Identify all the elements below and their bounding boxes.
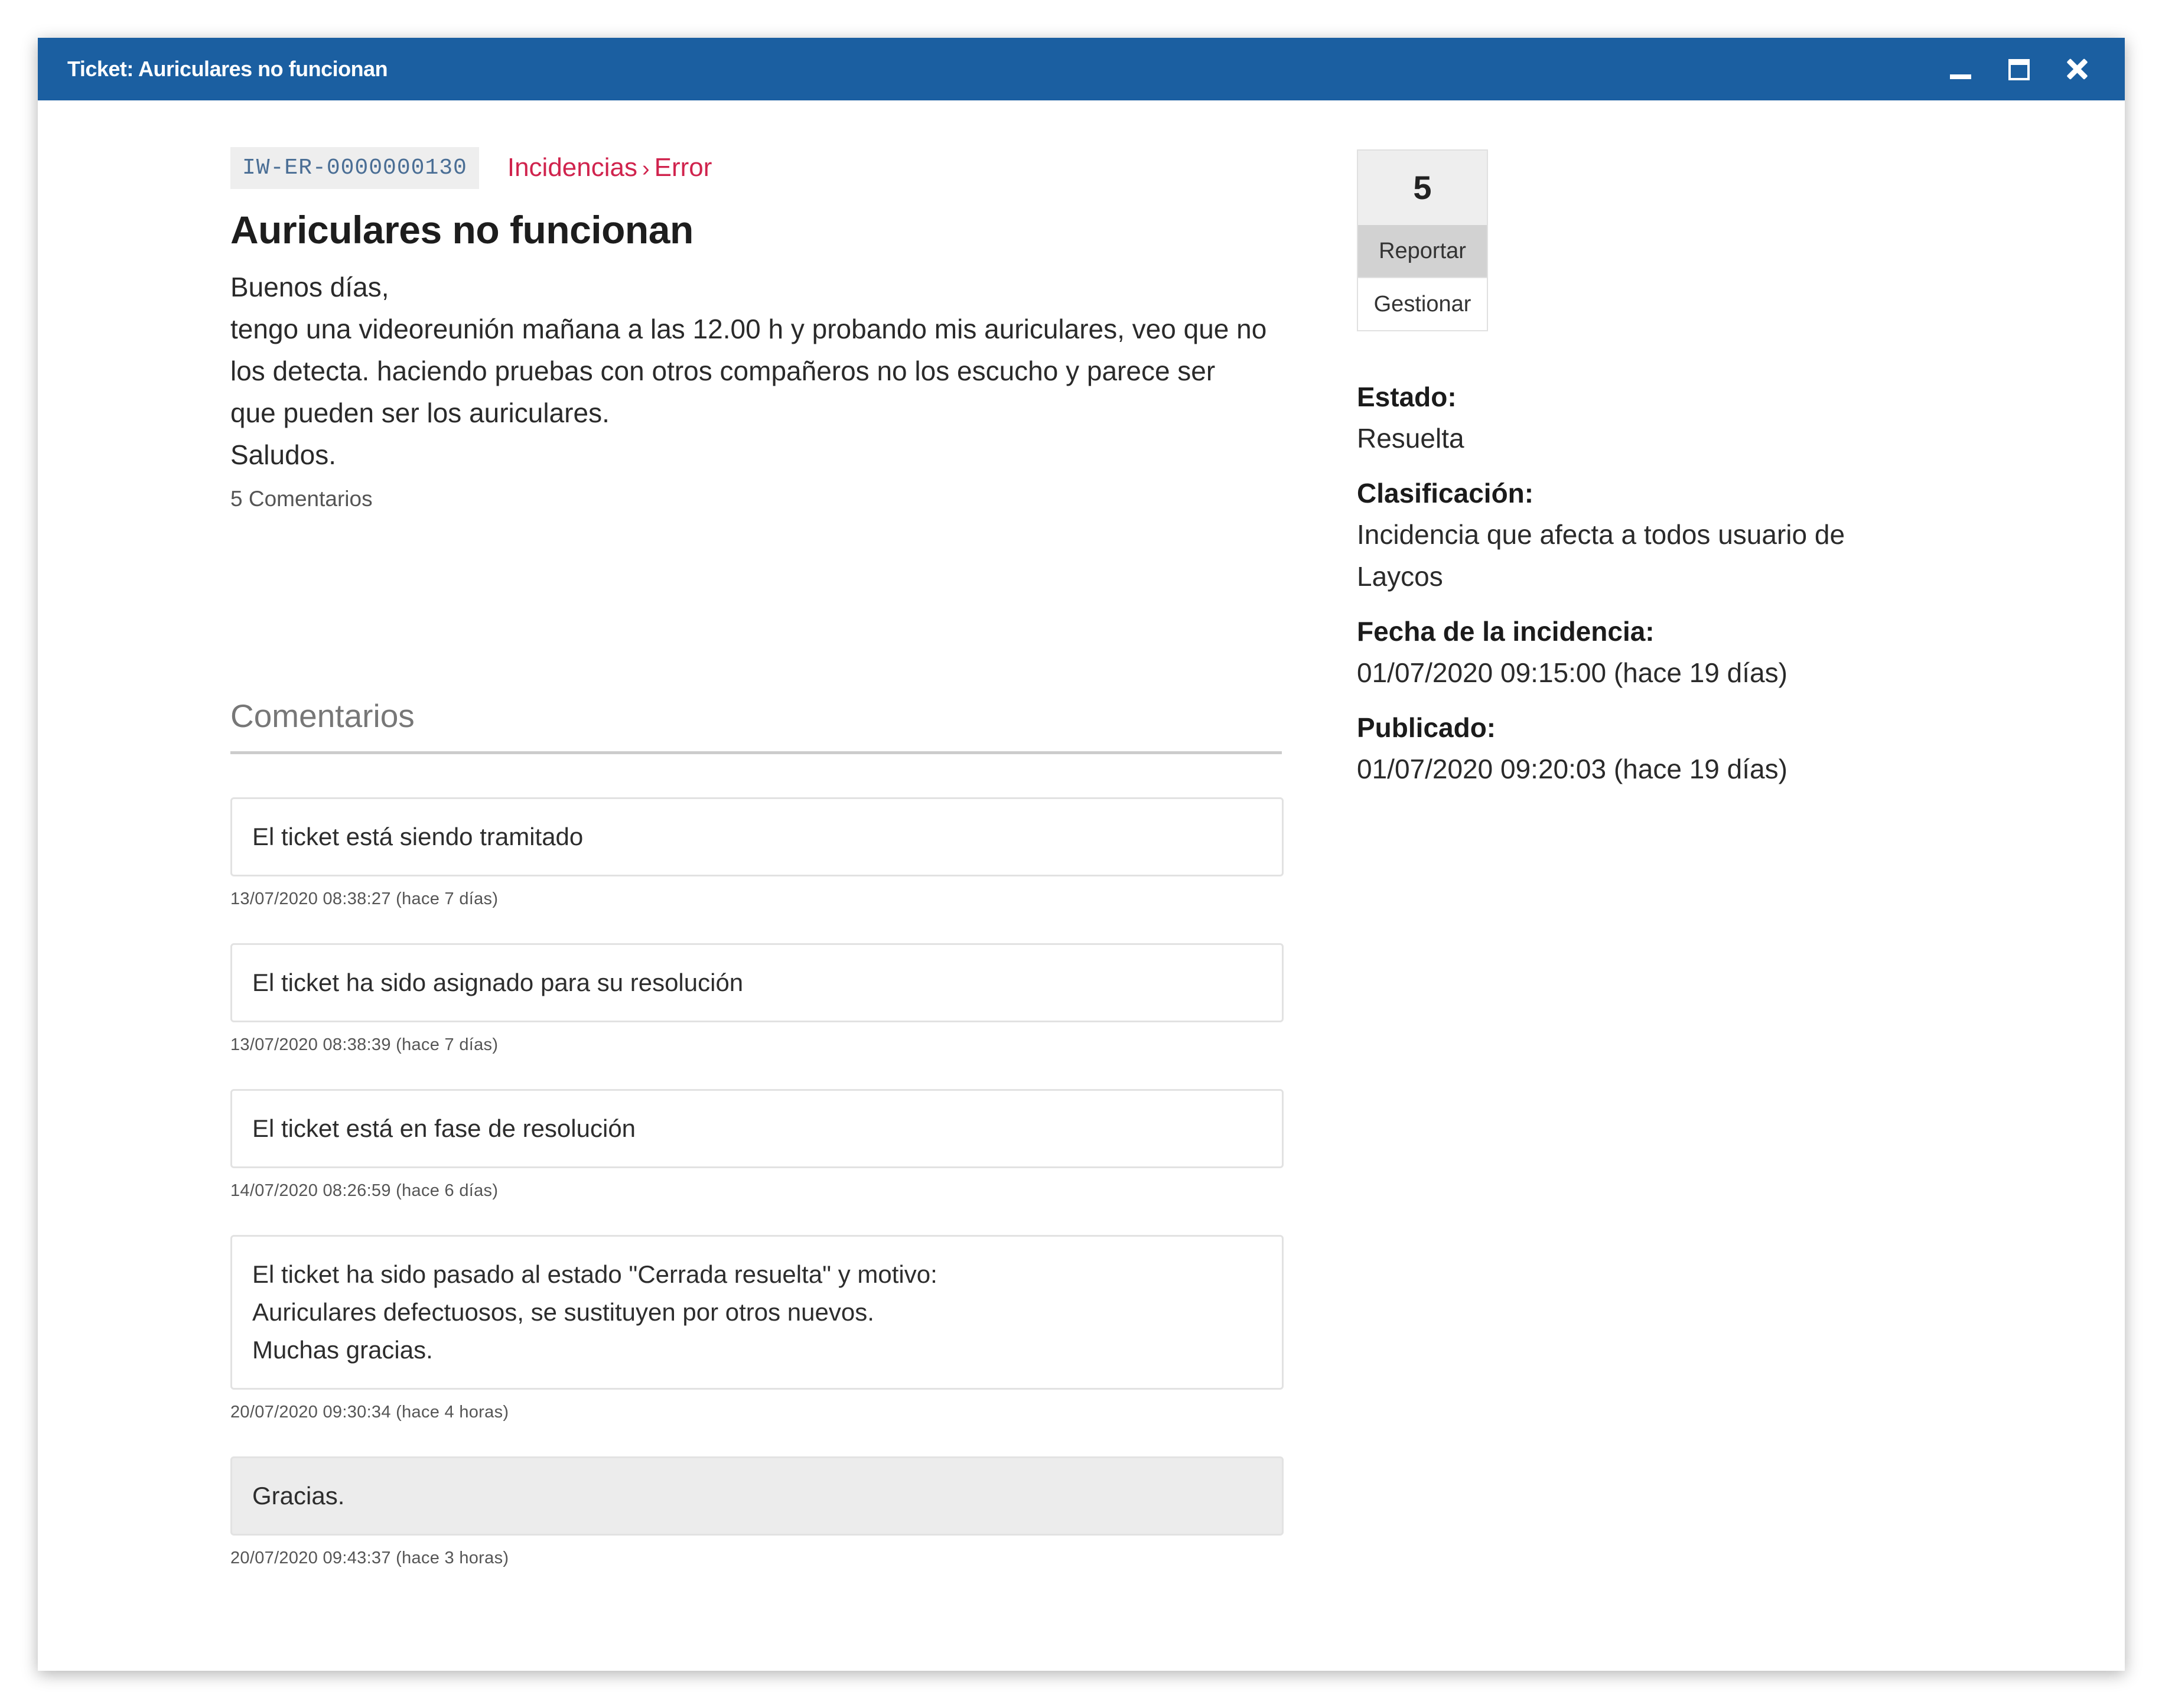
- close-icon[interactable]: [2058, 51, 2095, 87]
- vote-count: 5: [1358, 151, 1487, 225]
- window-title: Ticket: Auriculares no funcionan: [67, 57, 388, 81]
- comments-heading: Comentarios: [230, 697, 1282, 754]
- breadcrumb-item-error[interactable]: Error: [655, 153, 712, 182]
- comment-text: Auriculares defectuosos, se sustituyen p…: [252, 1298, 874, 1326]
- breadcrumb-separator: ›: [642, 157, 650, 181]
- comment-item: El ticket está en fase de resolución 14/…: [230, 1089, 1284, 1201]
- comment-text: El ticket ha sido asignado para su resol…: [252, 969, 744, 996]
- description-line: los detecta. haciendo pruebas con otros …: [230, 356, 1216, 386]
- comment-item: El ticket ha sido asignado para su resol…: [230, 943, 1284, 1055]
- minimize-icon[interactable]: [1942, 51, 1978, 87]
- classification-value: Incidencia que afecta a todos usuario de…: [1357, 514, 1900, 598]
- comment-text: El ticket está en fase de resolución: [252, 1114, 636, 1142]
- comment-item: El ticket ha sido pasado al estado "Cerr…: [230, 1235, 1284, 1422]
- comment-body: El ticket ha sido asignado para su resol…: [230, 943, 1284, 1022]
- classification-value-line: Incidencia que afecta a todos usuario de: [1357, 519, 1845, 550]
- maximize-icon[interactable]: [2000, 51, 2037, 87]
- incident-date-value-line: 01/07/2020 09:15:00 (hace 19 días): [1357, 657, 1787, 688]
- published-value-line: 01/07/2020 09:20:03 (hace 19 días): [1357, 754, 1787, 784]
- description-line: Saludos.: [230, 439, 337, 470]
- ticket-title: Auriculares no funcionan: [230, 208, 693, 252]
- breadcrumb-item-incidencias[interactable]: Incidencias: [507, 153, 637, 182]
- comment-body: El ticket está siendo tramitado: [230, 797, 1284, 876]
- description-line: Buenos días,: [230, 272, 389, 302]
- comment-date: 20/07/2020 09:30:34 (hace 4 horas): [230, 1403, 509, 1422]
- ticket-topline: IW-ER-0000000130 Incidencias › Error: [230, 145, 1285, 191]
- report-button[interactable]: Reportar: [1358, 225, 1487, 277]
- ticket-main: IW-ER-0000000130 Incidencias › Error Auric…: [230, 145, 1285, 511]
- comments-count[interactable]: 5 Comentarios: [230, 487, 1285, 511]
- comment-body-own: Gracias.: [230, 1456, 1284, 1536]
- comment-item: El ticket está siendo tramitado 13/07/20…: [230, 797, 1284, 909]
- comment-body: El ticket ha sido pasado al estado "Cerr…: [230, 1235, 1284, 1390]
- status-value: Resuelta: [1357, 418, 1900, 459]
- comment-body: El ticket está en fase de resolución: [230, 1089, 1284, 1168]
- status-label: Estado:: [1357, 382, 1457, 412]
- ticket-sidebar: 5 Reportar Gestionar Estado: Resuelta Cl…: [1357, 149, 1900, 803]
- classification-value-line: Laycos: [1357, 561, 1443, 592]
- incident-date-label: Fecha de la incidencia:: [1357, 616, 1655, 647]
- vote-box: 5 Reportar Gestionar: [1357, 149, 1488, 331]
- comment-date: 13/07/2020 08:38:27 (hace 7 días): [230, 889, 499, 908]
- comment-text: El ticket ha sido pasado al estado "Cerr…: [252, 1260, 937, 1288]
- title-bar[interactable]: Ticket: Auriculares no funcionan: [38, 38, 2125, 100]
- comment-text: Gracias.: [252, 1482, 345, 1510]
- ticket-description: Buenos días, tengo una videoreunión maña…: [230, 266, 1285, 476]
- comment-date: 13/07/2020 08:38:39 (hace 7 días): [230, 1035, 499, 1054]
- description-line: que pueden ser los auriculares.: [230, 397, 610, 428]
- published-value: 01/07/2020 09:20:03 (hace 19 días): [1357, 748, 1900, 790]
- incident-date-value: 01/07/2020 09:15:00 (hace 19 días): [1357, 652, 1900, 694]
- comment-text: El ticket está siendo tramitado: [252, 823, 584, 850]
- comment-list: El ticket está siendo tramitado 13/07/20…: [230, 797, 1284, 1602]
- ticket-meta: Estado: Resuelta Clasificación: Incidenc…: [1357, 376, 1900, 790]
- comment-text: Muchas gracias.: [252, 1336, 433, 1364]
- classification-label: Clasificación:: [1357, 478, 1534, 509]
- comment-date: 20/07/2020 09:43:37 (hace 3 horas): [230, 1549, 509, 1567]
- manage-button[interactable]: Gestionar: [1358, 277, 1487, 330]
- comment-date: 14/07/2020 08:26:59 (hace 6 días): [230, 1181, 499, 1200]
- published-label: Publicado:: [1357, 712, 1496, 743]
- description-line: tengo una videoreunión mañana a las 12.0…: [230, 314, 1267, 344]
- breadcrumb: Incidencias › Error: [507, 153, 712, 182]
- status-value-line: Resuelta: [1357, 423, 1464, 454]
- comment-item: Gracias. 20/07/2020 09:43:37 (hace 3 hor…: [230, 1456, 1284, 1568]
- ticket-id: IW-ER-0000000130: [230, 146, 479, 189]
